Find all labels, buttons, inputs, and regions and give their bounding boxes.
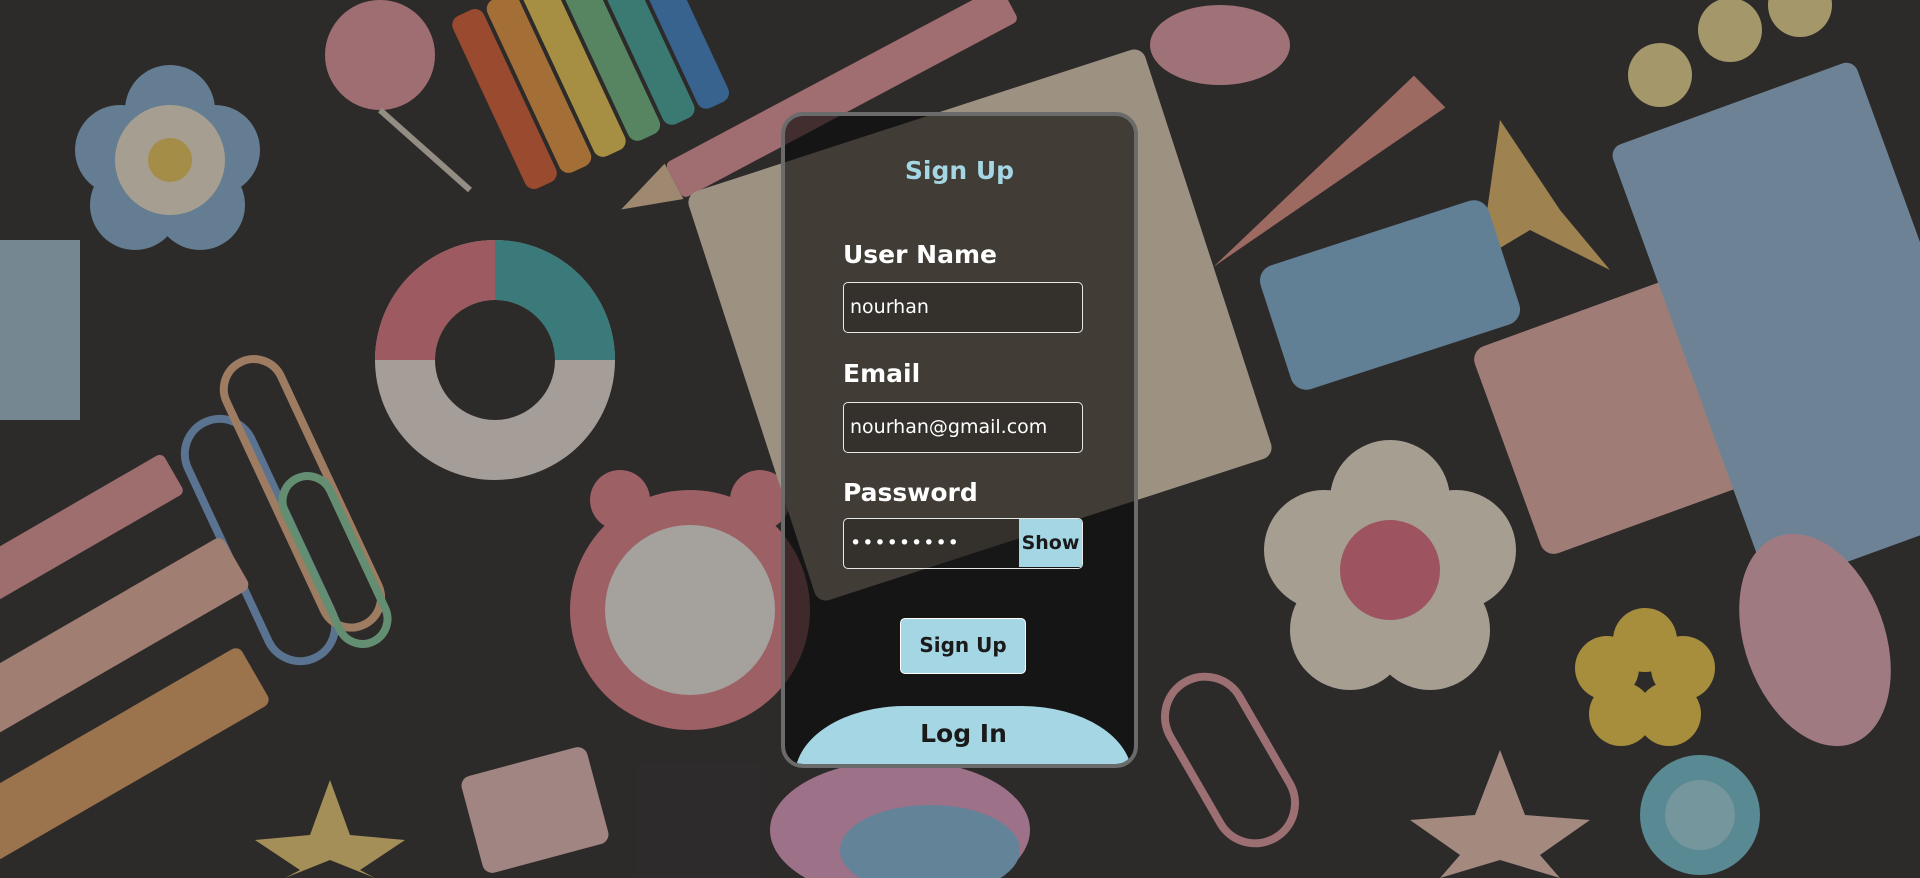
username-label: User Name	[843, 240, 997, 269]
password-input[interactable]: •••••••••	[850, 519, 960, 567]
login-button[interactable]: Log In	[795, 706, 1132, 764]
password-label: Password	[843, 478, 978, 507]
show-password-button[interactable]: Show	[1019, 519, 1082, 567]
password-field: ••••••••• Show	[843, 518, 1083, 569]
form-title: Sign Up	[904, 156, 1015, 185]
signup-button[interactable]: Sign Up	[900, 618, 1026, 674]
email-input[interactable]: nourhan@gmail.com	[843, 402, 1083, 453]
signup-card: Sign Up User Name nourhan Email nourhan@…	[781, 112, 1138, 768]
email-label: Email	[843, 359, 921, 388]
username-input[interactable]: nourhan	[843, 282, 1083, 333]
